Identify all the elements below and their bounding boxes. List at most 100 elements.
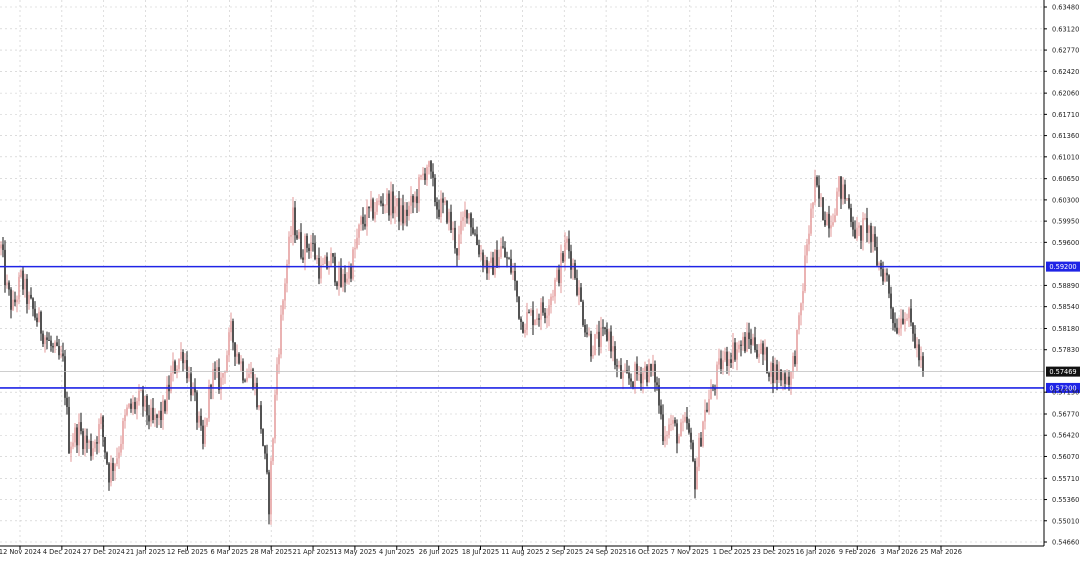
candle-body xyxy=(314,243,316,260)
candle-body xyxy=(282,300,284,315)
candle-body xyxy=(646,366,648,383)
candle-body xyxy=(558,269,560,284)
candle-body xyxy=(212,369,214,389)
candle-body xyxy=(364,223,366,227)
candle-body xyxy=(122,421,124,444)
candle-body xyxy=(828,213,830,229)
candle-body xyxy=(146,396,148,416)
candle-body xyxy=(612,346,614,352)
candle-body xyxy=(42,333,44,344)
candle-body xyxy=(22,270,24,290)
candle-body xyxy=(534,319,536,326)
candle-body xyxy=(148,415,150,422)
x-tick-label: 23 Dec 2025 xyxy=(752,548,794,556)
candle-body xyxy=(264,445,266,454)
candle-body xyxy=(316,258,318,260)
candle-body xyxy=(24,278,26,290)
candle-body xyxy=(234,342,236,357)
candle-body xyxy=(728,359,730,367)
candle-body xyxy=(228,332,230,356)
candle-body xyxy=(722,360,724,370)
candle-body xyxy=(898,327,900,334)
candle-body xyxy=(560,253,562,284)
candle-body xyxy=(18,276,20,300)
candle-body xyxy=(516,280,518,297)
candle-body xyxy=(798,315,800,330)
candle-body xyxy=(92,448,94,456)
candle-body xyxy=(154,414,156,421)
candle-body xyxy=(384,205,386,207)
candle-body xyxy=(418,177,420,204)
candle-body xyxy=(584,324,586,333)
candle-body xyxy=(630,378,632,382)
candle-body xyxy=(134,401,136,410)
candle-body xyxy=(618,365,620,367)
y-tick-label: 0.60650 xyxy=(1052,175,1079,183)
candle-body xyxy=(424,173,426,181)
x-tick-label: 3 Mar 2026 xyxy=(880,548,918,556)
candle-body xyxy=(114,463,116,471)
candle-body xyxy=(878,263,880,266)
candle-body xyxy=(158,410,160,418)
candle-body xyxy=(730,359,732,364)
candle-body xyxy=(556,269,558,280)
candle-body xyxy=(74,427,76,443)
candle-body xyxy=(816,177,818,186)
candle-body xyxy=(674,420,676,424)
candle-body xyxy=(732,342,734,364)
candle-body xyxy=(474,233,476,235)
candle-body xyxy=(634,363,636,387)
candle-body xyxy=(20,270,22,277)
candle-body xyxy=(360,216,362,225)
candle-body xyxy=(428,161,430,167)
candle-body xyxy=(484,260,486,266)
candle-body xyxy=(916,344,918,349)
candle-body xyxy=(206,418,208,426)
candle-body xyxy=(830,225,832,229)
candle-body xyxy=(856,227,858,239)
candle-body xyxy=(788,376,790,385)
candle-body xyxy=(346,278,348,283)
candle-body xyxy=(476,234,478,245)
candle-body xyxy=(848,198,850,208)
y-tick-label: 0.59950 xyxy=(1052,218,1079,226)
candle-body xyxy=(38,311,40,323)
candle-body xyxy=(176,368,178,374)
candlestick-chart: 0.592000.572000.57469 0.634800.631200.62… xyxy=(0,0,1080,556)
candle-body xyxy=(824,220,826,226)
candle-body xyxy=(876,247,878,266)
x-tick-label: 28 Mar 2025 xyxy=(250,548,292,556)
candle-body xyxy=(78,422,80,446)
candle-body xyxy=(902,318,904,324)
candle-body xyxy=(312,242,314,244)
candle-body xyxy=(852,221,854,230)
candle-body xyxy=(160,410,162,421)
candle-body xyxy=(200,415,202,426)
candle-body xyxy=(454,227,456,249)
candle-body xyxy=(458,234,460,256)
candle-body xyxy=(886,272,888,276)
candle-body xyxy=(896,327,898,334)
candle-body xyxy=(568,238,570,252)
candle-body xyxy=(310,242,312,252)
candle-body xyxy=(344,274,346,283)
candle-body xyxy=(218,367,220,390)
candle-body xyxy=(306,235,308,248)
candle-body xyxy=(628,372,630,379)
candle-body xyxy=(650,363,652,371)
candle-body xyxy=(772,362,774,384)
y-tick-label: 0.55010 xyxy=(1052,517,1079,525)
x-tick-label: 6 Mar 2025 xyxy=(211,548,249,556)
candle-body xyxy=(400,205,402,222)
candle-body xyxy=(214,369,216,371)
candle-body xyxy=(422,173,424,176)
candle-body xyxy=(920,356,922,361)
candle-body xyxy=(190,373,192,396)
candle-body xyxy=(652,364,654,371)
x-tick-label: 4 Jun 2025 xyxy=(379,548,414,556)
candle-body xyxy=(390,191,392,216)
candle-body xyxy=(162,400,164,421)
current-price-label: 0.57469 xyxy=(1049,368,1076,376)
candle-body xyxy=(666,434,668,437)
level-price-label: 0.59200 xyxy=(1049,263,1076,271)
